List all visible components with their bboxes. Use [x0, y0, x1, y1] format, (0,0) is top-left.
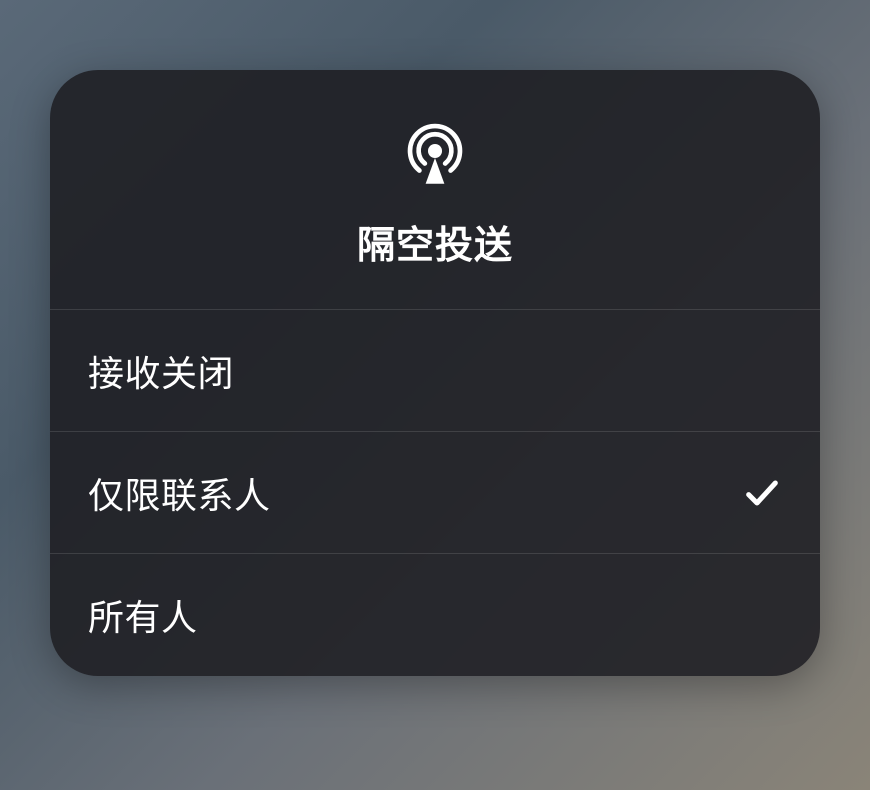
- checkmark-icon: [742, 473, 782, 513]
- airdrop-options-list: 接收关闭 仅限联系人 所有人: [50, 310, 820, 676]
- option-label: 接收关闭: [88, 345, 234, 397]
- option-label: 所有人: [88, 589, 198, 641]
- option-everyone[interactable]: 所有人: [50, 554, 820, 676]
- airdrop-panel: 隔空投送 接收关闭 仅限联系人 所有人: [50, 70, 820, 676]
- airdrop-title: 隔空投送: [357, 214, 513, 269]
- option-label: 仅限联系人: [88, 467, 271, 519]
- option-receiving-off[interactable]: 接收关闭: [50, 310, 820, 432]
- airdrop-icon: [396, 112, 474, 190]
- option-contacts-only[interactable]: 仅限联系人: [50, 432, 820, 554]
- airdrop-header: 隔空投送: [50, 70, 820, 310]
